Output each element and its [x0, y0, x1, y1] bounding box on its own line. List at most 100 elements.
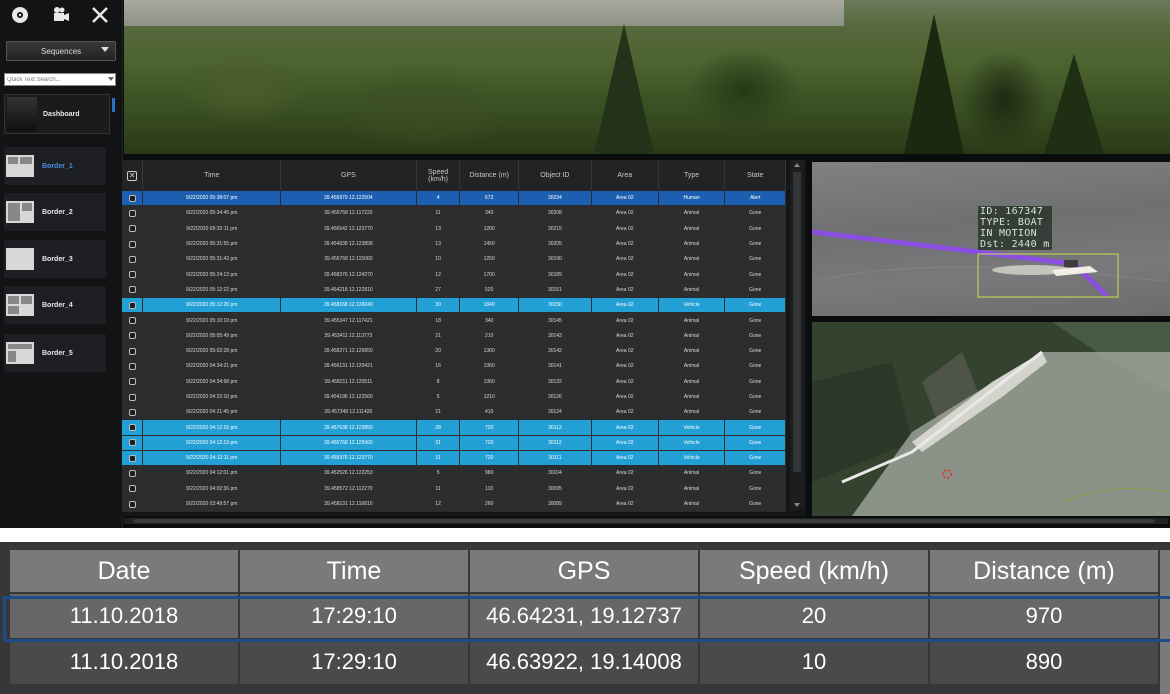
row-checkbox[interactable] — [128, 439, 136, 447]
table-row[interactable]: 9/22/2020 04:02:36 pm 39.458572 12.112270… — [122, 481, 786, 497]
row-checkbox[interactable] — [128, 424, 136, 432]
zoom-column-header-speed[interactable]: Speed (km/h) — [700, 550, 928, 592]
table-row[interactable]: 9/22/2020 05:38:07 pm 39.456979 12.122504… — [122, 191, 786, 207]
sidebar-scrollbar[interactable] — [112, 98, 115, 112]
table-row[interactable]: 9/22/2020 05:31:43 pm 39.456768 12.115060… — [122, 251, 786, 268]
row-checkbox[interactable] — [128, 485, 136, 493]
row-checkbox[interactable] — [128, 408, 136, 416]
table-row[interactable]: 9/22/2020 04:34:21 pm 39.456131 12.120421… — [122, 358, 786, 375]
close-icon[interactable] — [84, 2, 116, 28]
row-checkbox[interactable] — [128, 393, 136, 401]
row-checkbox-cell[interactable] — [122, 221, 144, 237]
row-checkbox-cell[interactable] — [122, 328, 144, 344]
sidebar-item-border-3[interactable]: Border_3 — [4, 240, 106, 278]
table-row[interactable]: 9/22/2020 05:10:10 pm 39.455347 12.117421… — [122, 312, 786, 329]
table-row[interactable]: 9/22/2020 05:24:13 pm 39.458376 12.124270… — [122, 266, 786, 283]
sidebar-item-border-4[interactable]: Border_4 — [4, 286, 106, 324]
search-dropdown-icon[interactable] — [108, 77, 114, 81]
column-header-state[interactable]: State — [724, 160, 786, 191]
sequence-select[interactable]: Sequences — [6, 41, 116, 61]
row-checkbox[interactable] — [128, 225, 136, 233]
column-header-time[interactable]: Time — [142, 160, 282, 191]
zoom-column-header-date[interactable]: Date — [10, 550, 238, 592]
row-checkbox-cell[interactable] — [122, 297, 144, 314]
row-checkbox[interactable] — [128, 240, 136, 248]
row-checkbox-cell[interactable] — [122, 205, 144, 222]
table-row[interactable]: 9/22/2020 03:49:57 pm 39.458131 12.116810… — [122, 496, 786, 513]
close-icon[interactable]: ✕ — [127, 170, 138, 181]
table-vertical-scrollbar[interactable] — [790, 160, 804, 510]
row-checkbox-cell[interactable] — [122, 465, 144, 482]
select-all-checkbox[interactable]: ✕ — [122, 160, 144, 191]
row-checkbox[interactable] — [128, 469, 136, 477]
scrollbar-thumb[interactable] — [134, 519, 1154, 523]
column-header-gps[interactable]: GPS — [280, 160, 417, 191]
row-checkbox-cell[interactable] — [122, 404, 144, 421]
camera-icon[interactable] — [45, 2, 77, 28]
row-checkbox[interactable] — [128, 317, 136, 325]
zoom-column-header-distance[interactable]: Distance (m) — [930, 550, 1158, 592]
row-checkbox-cell[interactable] — [122, 389, 144, 406]
table-row[interactable]: 9/22/2020 04:21:45 pm 39.457348 12.111420… — [122, 404, 786, 421]
row-checkbox[interactable] — [128, 362, 136, 370]
table-row[interactable]: 9/22/2020 05:05:49 pm 39.453411 12.113773… — [122, 328, 786, 344]
column-header-object-id[interactable]: Object ID — [518, 160, 592, 191]
row-checkbox-cell[interactable] — [122, 481, 144, 497]
row-checkbox-cell[interactable] — [122, 282, 144, 299]
table-row[interactable]: 9/22/2020 04:22:10 pm 39.454196 12.122560… — [122, 389, 786, 406]
row-checkbox[interactable] — [128, 500, 136, 508]
row-checkbox[interactable] — [128, 301, 136, 309]
table-row[interactable]: 9/22/2020 05:32:11 pm 39.456542 12.123770… — [122, 221, 786, 237]
row-checkbox-cell[interactable] — [122, 251, 144, 268]
table-row[interactable]: 9/22/2020 04:34:58 pm 39.458211 12.120511… — [122, 374, 786, 390]
zoom-column-header-time[interactable]: Time — [240, 550, 468, 592]
row-checkbox-cell[interactable] — [122, 266, 144, 283]
column-header-speed[interactable]: Speed (km/h) — [416, 160, 461, 191]
table-row[interactable]: 9/22/2020 05:12:20 pm 39.458168 12.126040… — [122, 297, 786, 314]
table-row[interactable]: 9/22/2020 04:12:16 pm 39.457638 12.123850… — [122, 419, 786, 436]
row-checkbox[interactable] — [128, 332, 136, 340]
horizontal-scrollbar[interactable] — [124, 518, 1168, 524]
table-row[interactable]: 9/22/2020 05:31:55 pm 39.454938 12.123858… — [122, 236, 786, 253]
row-checkbox-cell[interactable] — [122, 312, 144, 329]
scroll-up-icon[interactable] — [794, 163, 800, 167]
row-checkbox[interactable] — [128, 194, 136, 202]
dashboard-item[interactable]: Dashboard — [4, 94, 110, 134]
table-row[interactable]: 9/22/2020 04:12:13 pm 39.456768 12.125060… — [122, 435, 786, 452]
disc-icon[interactable] — [4, 2, 36, 28]
row-checkbox-cell[interactable] — [122, 435, 144, 452]
row-checkbox[interactable] — [128, 209, 136, 217]
column-header-area[interactable]: Area — [591, 160, 659, 191]
zoomed-table-row[interactable]: 11.10.2018 17:29:10 46.63922, 19.14008 1… — [10, 640, 1158, 684]
row-checkbox-cell[interactable] — [122, 496, 144, 513]
row-checkbox-cell[interactable] — [122, 358, 144, 375]
row-checkbox-cell[interactable] — [122, 374, 144, 390]
sidebar-item-border-1[interactable]: Border_1 — [4, 147, 106, 185]
table-row[interactable]: 9/22/2020 05:12:22 pm 39.454218 12.122810… — [122, 282, 786, 299]
scroll-down-icon[interactable] — [794, 503, 800, 507]
quick-search-input[interactable] — [4, 73, 116, 86]
row-checkbox-cell[interactable] — [122, 419, 144, 436]
row-checkbox-cell[interactable] — [122, 343, 144, 360]
row-checkbox-cell[interactable] — [122, 191, 144, 207]
scrollbar-thumb[interactable] — [793, 172, 801, 472]
table-row[interactable]: 9/22/2020 05:02:28 pm 39.458271 12.120650… — [122, 343, 786, 360]
row-checkbox[interactable] — [128, 255, 136, 263]
column-header-type[interactable]: Type — [658, 160, 726, 191]
zoom-column-header-gps[interactable]: GPS — [470, 550, 698, 592]
satellite-map[interactable] — [812, 322, 1170, 516]
table-row[interactable]: 9/22/2020 05:34:45 pm 39.456768 12.117220… — [122, 205, 786, 222]
sidebar-item-border-5[interactable]: Border_5 — [4, 334, 106, 372]
row-checkbox[interactable] — [128, 454, 136, 462]
table-row[interactable]: 9/22/2020 04:12:01 pm 39.452526 12.122253… — [122, 465, 786, 482]
row-checkbox[interactable] — [128, 271, 136, 279]
row-checkbox-cell[interactable] — [122, 450, 144, 467]
row-checkbox[interactable] — [128, 378, 136, 386]
row-checkbox[interactable] — [128, 286, 136, 294]
column-header-distance[interactable]: Distance (m) — [459, 160, 519, 191]
row-checkbox[interactable] — [128, 347, 136, 355]
sidebar-item-border-2[interactable]: Border_2 — [4, 193, 106, 231]
table-row[interactable]: 9/22/2020 04:12:11 pm 39.458376 12.123770… — [122, 450, 786, 467]
row-checkbox-cell[interactable] — [122, 236, 144, 253]
cell-area: Area 02 — [591, 389, 659, 406]
